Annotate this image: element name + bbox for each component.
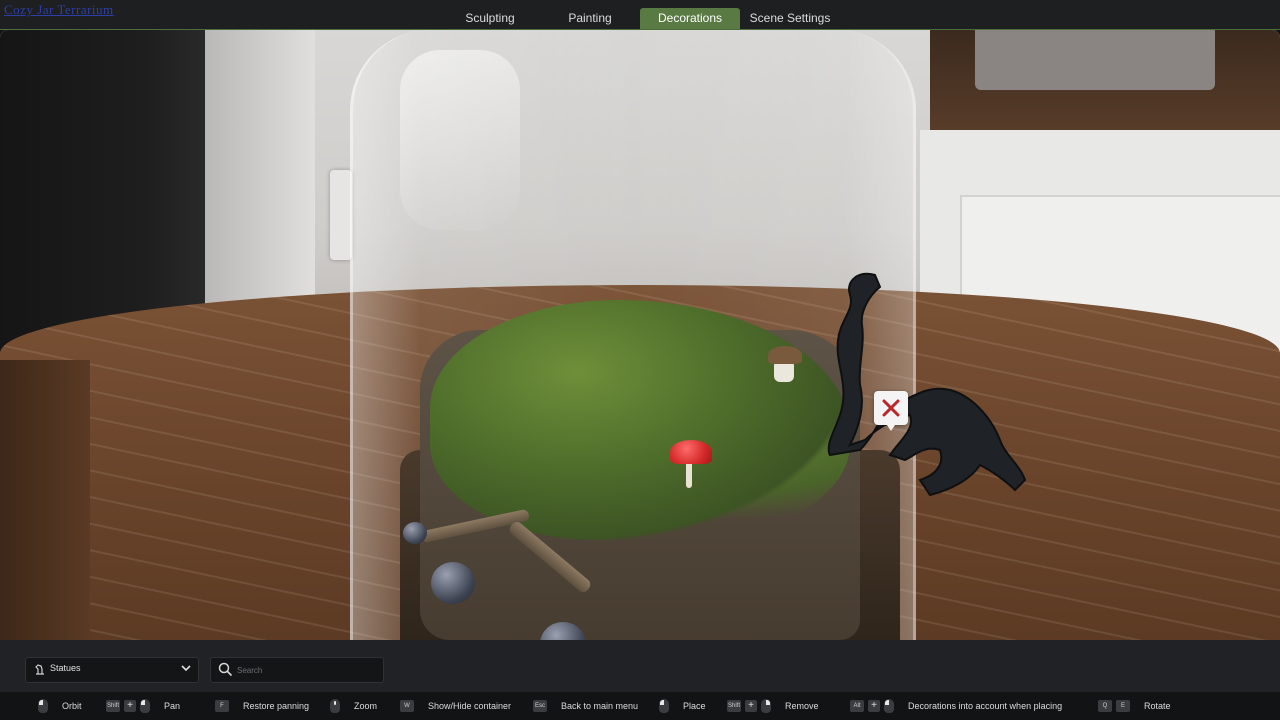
plus-icon: + [124,700,137,712]
key-q: Q [1098,700,1112,712]
dragon-statue[interactable] [820,265,1030,510]
key-f: F [215,700,229,712]
search-box[interactable] [210,657,384,683]
hint-back-to-menu: Esc Back to main menu [533,692,638,720]
category-select-value: Statues [50,663,81,673]
tab-painting[interactable]: Painting [540,8,640,29]
key-e: E [1116,700,1130,712]
tab-scene-settings[interactable]: Scene Settings [740,8,840,29]
key-shift: Shift [727,700,742,712]
hint-show-hide-container: W Show/Hide container [400,692,511,720]
hint-zoom: Zoom [330,692,377,720]
hint-decorations-into-account: Alt + Decorations into account when plac… [850,692,1062,720]
door-handle [330,170,352,260]
hint-orbit: Orbit [38,692,82,720]
hint-restore-panning: F Restore panning [215,692,309,720]
hint-label: Restore panning [243,701,310,711]
brown-mushroom-decoration[interactable] [768,346,802,364]
hint-label: Rotate [1144,701,1171,711]
scene-viewport[interactable] [0,30,1280,640]
hint-pan: Shift + Pan [106,692,180,720]
pebble-decoration[interactable] [431,562,475,604]
hint-label: Back to main menu [561,701,639,711]
jar-highlight [400,50,520,230]
hint-rotate: Q E Rotate [1098,692,1171,720]
mouse-left-icon [38,699,48,713]
key-w: W [400,700,414,712]
key-shift: Shift [106,700,121,712]
mouse-left-icon [659,699,669,713]
category-select[interactable]: Statues [25,657,199,683]
mouse-left-icon [884,699,894,713]
mushroom-stem [686,460,692,488]
top-bar: Cozy Jar Terrarium Sculpting Painting De… [0,0,1280,30]
mouse-wheel-icon [330,699,340,713]
pebble-decoration[interactable] [403,522,427,544]
search-input[interactable] [235,661,379,679]
search-icon [218,662,233,677]
delete-decoration-marker[interactable] [874,391,908,431]
hint-place: Place [659,692,706,720]
plus-icon: + [745,700,758,712]
hint-label: Orbit [62,701,82,711]
app-logo: Cozy Jar Terrarium [4,2,114,17]
table-edge [0,360,90,640]
mouse-left-icon [140,699,151,713]
red-mushroom-decoration[interactable] [670,440,712,464]
key-esc: Esc [533,700,547,712]
hint-label: Zoom [354,701,378,711]
shelf-tray [975,30,1215,90]
statue-icon [33,662,47,676]
hint-label: Remove [785,701,819,711]
controls-hint-bar: Orbit Shift + Pan F Restore panning Zoom… [0,692,1280,720]
chevron-down-icon [181,665,191,672]
hint-label: Place [683,701,706,711]
close-icon [882,399,900,417]
mode-tabs: Sculpting Painting Decorations Scene Set… [440,8,840,29]
tab-sculpting[interactable]: Sculpting [440,8,540,29]
tab-decorations[interactable]: Decorations [640,8,740,29]
hint-label: Pan [164,701,181,711]
hint-remove: Shift + Remove [727,692,819,720]
key-alt: Alt [850,700,864,712]
hint-label: Show/Hide container [428,701,512,711]
hint-label: Decorations into account when placing [908,701,1063,711]
plus-icon: + [868,700,880,712]
mouse-right-icon [761,699,772,713]
